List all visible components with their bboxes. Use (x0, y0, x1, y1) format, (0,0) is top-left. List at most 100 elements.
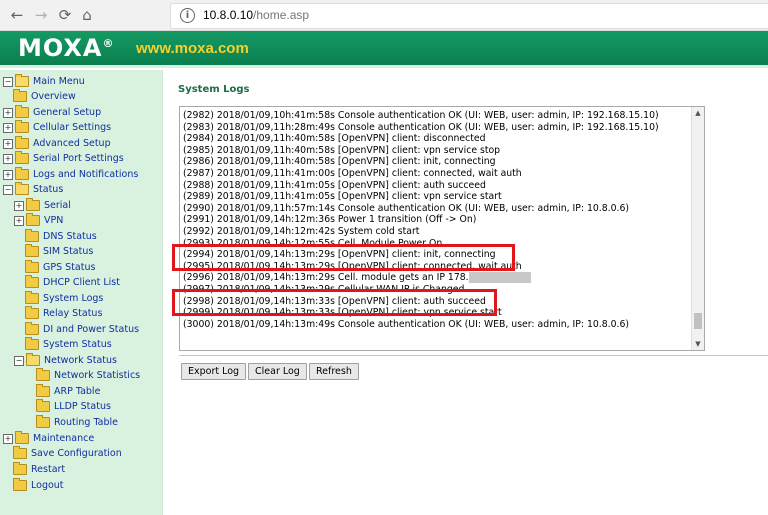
folder-icon (25, 229, 39, 242)
url-host: 10.8.0.10 (203, 8, 254, 22)
sidebar-item-logs-and-notifications[interactable]: + Logs and Notifications (3, 167, 139, 184)
sidebar-item-cellular-settings[interactable]: + Cellular Settings (3, 120, 111, 137)
sidebar-item-label: DNS Status (43, 231, 97, 242)
sidebar-item-label: Status (33, 184, 64, 195)
sidebar-item-label: System Logs (43, 293, 104, 304)
folder-icon (26, 198, 40, 211)
export-log-button[interactable]: Export Log (181, 363, 247, 380)
log-line: (2989) 2018/01/09,11h:41m:05s [OpenVPN] … (183, 191, 502, 203)
folder-icon (25, 275, 39, 288)
site-url[interactable]: www.moxa.com (136, 40, 249, 57)
registered-mark: ® (102, 37, 115, 50)
sidebar-item-di-and-power-status[interactable]: DI and Power Status (25, 322, 140, 339)
back-icon[interactable]: ← (6, 4, 28, 26)
sidebar-item-label: GPS Status (43, 262, 96, 273)
sidebar-item-label: Save Configuration (31, 448, 122, 459)
sidebar-item-network-statistics[interactable]: Network Statistics (36, 368, 140, 385)
sidebar-item-label: Restart (31, 464, 66, 475)
sidebar-item-label: DHCP Client List (43, 277, 120, 288)
folder-open-icon (15, 74, 29, 87)
logo-text: MOXA (18, 34, 103, 62)
folder-icon (36, 368, 50, 381)
sidebar-item-label: ARP Table (54, 386, 101, 397)
collapse-icon[interactable]: − (3, 76, 13, 87)
log-line: (2984) 2018/01/09,11h:40m:58s [OpenVPN] … (183, 133, 486, 145)
sidebar-item-label: Logout (31, 480, 64, 491)
folder-icon (25, 291, 39, 304)
collapse-icon[interactable]: − (14, 355, 24, 366)
url-path: /home.asp (253, 8, 310, 22)
address-bar[interactable]: i 10.8.0.10/home.asp (170, 3, 768, 29)
sidebar-item-label: DI and Power Status (43, 324, 140, 335)
sidebar-item-lldp-status[interactable]: LLDP Status (36, 399, 111, 416)
log-line: (2985) 2018/01/09,11h:40m:58s [OpenVPN] … (183, 144, 501, 156)
scroll-up-icon[interactable]: ▲ (692, 107, 704, 119)
sidebar-item-label: Maintenance (33, 433, 95, 444)
reload-icon[interactable]: ⟳ (54, 4, 76, 26)
info-icon[interactable]: i (180, 8, 195, 23)
sidebar-item-label: Logs and Notifications (33, 169, 139, 180)
sidebar-item-label: General Setup (33, 107, 102, 118)
sidebar-item-label: Advanced Setup (33, 138, 111, 149)
sidebar-item-sim-status[interactable]: SIM Status (25, 244, 93, 261)
folder-icon (26, 213, 40, 226)
sidebar-item-label: Main Menu (33, 76, 85, 87)
sidebar-item-status[interactable]: − Status (3, 182, 64, 199)
sidebar-item-arp-table[interactable]: ARP Table (36, 384, 101, 401)
log-line: (2982) 2018/01/09,10h:41m:58s Console au… (183, 110, 659, 121)
log-line: (2991) 2018/01/09,14h:12m:36s Power 1 tr… (183, 214, 477, 226)
sidebar-item-gps-status[interactable]: GPS Status (25, 260, 96, 277)
expand-icon[interactable]: + (3, 169, 13, 180)
sidebar-item-save-configuration[interactable]: Save Configuration (13, 446, 122, 463)
expand-icon[interactable]: + (3, 122, 13, 133)
site-header: MOXA® www.moxa.com (0, 31, 768, 68)
expand-icon[interactable]: + (3, 153, 13, 164)
sidebar-item-relay-status[interactable]: Relay Status (25, 306, 102, 323)
page-title: System Logs (178, 84, 250, 95)
url-text[interactable]: 10.8.0.10/home.asp (203, 8, 309, 22)
log-line: (2983) 2018/01/09,11h:28m:49s Console au… (183, 121, 659, 133)
sidebar-item-logout[interactable]: Logout (13, 478, 64, 495)
expand-icon[interactable]: + (14, 200, 24, 211)
expand-icon[interactable]: + (14, 215, 24, 226)
folder-icon (13, 462, 27, 475)
sidebar-item-label: LLDP Status (54, 401, 111, 412)
expand-icon[interactable]: + (3, 433, 13, 444)
folder-icon (36, 415, 50, 428)
folder-icon (25, 260, 39, 273)
sidebar-item-restart[interactable]: Restart (13, 462, 66, 479)
sidebar-item-serial-port-settings[interactable]: + Serial Port Settings (3, 151, 124, 168)
forward-icon[interactable]: → (30, 4, 52, 26)
expand-icon[interactable]: + (3, 107, 13, 118)
folder-icon (25, 306, 39, 319)
sidebar-item-system-status[interactable]: System Status (25, 337, 112, 354)
sidebar-item-system-logs[interactable]: System Logs (25, 291, 104, 308)
sidebar-item-vpn[interactable]: + VPN (14, 213, 63, 230)
clear-log-button[interactable]: Clear Log (248, 363, 307, 380)
folder-icon (13, 89, 27, 102)
sidebar-item-dhcp-client-list[interactable]: DHCP Client List (25, 275, 120, 292)
scroll-down-icon[interactable]: ▼ (692, 338, 704, 350)
sidebar-item-serial[interactable]: + Serial (14, 198, 71, 215)
folder-icon (36, 399, 50, 412)
sidebar-item-network-status[interactable]: − Network Status (14, 353, 117, 370)
sidebar-item-routing-table[interactable]: Routing Table (36, 415, 119, 432)
collapse-icon[interactable]: − (3, 184, 13, 195)
log-line: (2990) 2018/01/09,11h:57m:14s Console au… (183, 202, 630, 214)
refresh-button[interactable]: Refresh (309, 363, 359, 380)
folder-icon (25, 337, 39, 350)
log-line-redacted: (2996) 2018/01/09,14h:13m:29s Cell. modu… (183, 272, 690, 284)
scroll-thumb[interactable] (694, 313, 702, 329)
sidebar-item-label: System Status (43, 339, 112, 350)
expand-icon[interactable]: + (3, 138, 13, 149)
sidebar-item-dns-status[interactable]: DNS Status (25, 229, 97, 246)
sidebar-item-label: Routing Table (54, 417, 119, 428)
home-icon[interactable]: ⌂ (76, 4, 98, 26)
log-scrollbar[interactable]: ▲ ▼ (691, 107, 704, 350)
log-line: (2986) 2018/01/09,11h:40m:58s [OpenVPN] … (183, 156, 496, 168)
folder-icon (15, 151, 29, 164)
folder-icon (13, 478, 27, 491)
log-line-text: (2996) 2018/01/09,14h:13m:29s Cell. modu… (183, 272, 469, 284)
log-line: (2992) 2018/01/09,14h:12m:42s System col… (183, 225, 420, 237)
sidebar-item-overview[interactable]: Overview (13, 89, 76, 106)
